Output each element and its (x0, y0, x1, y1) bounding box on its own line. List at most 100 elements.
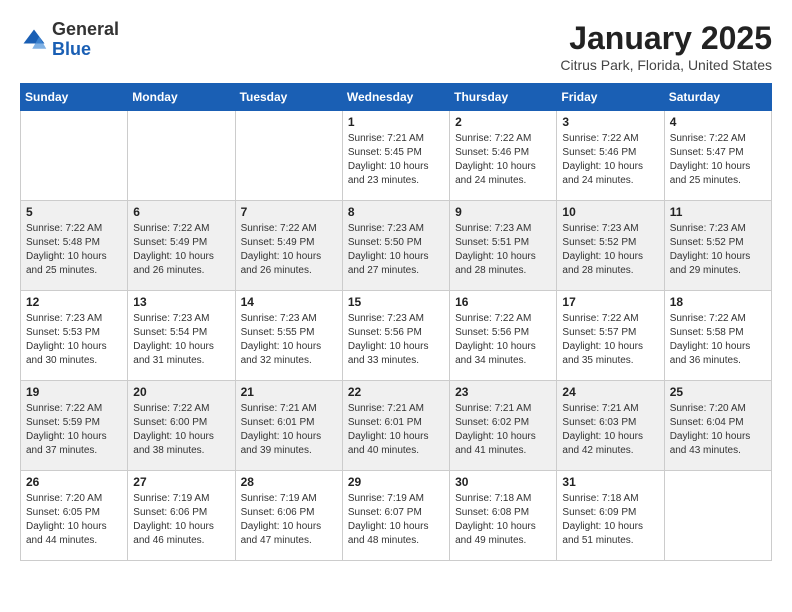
calendar-cell: 17Sunrise: 7:22 AMSunset: 5:57 PMDayligh… (557, 291, 664, 381)
calendar-cell: 22 Sunrise: 7:21 AMSunset: 6:01 PMDayligh… (342, 381, 449, 471)
day-info: Sunrise: 7:20 AMSunset: 6:05 PMDaylight:… (26, 492, 122, 548)
calendar-week-row: 12Sunrise: 7:23 AMSunset: 5:53 PMDayligh… (21, 291, 772, 381)
calendar-cell: 5 Sunrise: 7:22 AMSunset: 5:48 PMDaylight… (21, 201, 128, 291)
day-info: Sunrise: 7:23 AMSunset: 5:54 PMDaylight:… (133, 312, 229, 368)
calendar-cell: 23 Sunrise: 7:21 AMSunset: 6:02 PMDayligh… (450, 381, 557, 471)
day-info: Sunrise: 7:20 AMSunset: 6:04 PMDaylight:… (670, 402, 766, 458)
weekday-header-row: SundayMondayTuesdayWednesdayThursdayFrid… (21, 84, 772, 111)
day-number: 5 (26, 205, 122, 219)
day-number: 3 (562, 115, 658, 129)
calendar-cell: 19Sunrise: 7:22 AMSunset: 5:59 PMDayligh… (21, 381, 128, 471)
calendar-cell: 28 Sunrise: 7:19 AMSunset: 6:06 PMDayligh… (235, 471, 342, 561)
calendar-cell: 2 Sunrise: 7:22 AMSunset: 5:46 PMDaylight… (450, 111, 557, 201)
calendar-cell: 4 Sunrise: 7:22 AMSunset: 5:47 PMDaylight… (664, 111, 771, 201)
day-number: 28 (241, 475, 337, 489)
calendar-week-row: 5 Sunrise: 7:22 AMSunset: 5:48 PMDaylight… (21, 201, 772, 291)
calendar-cell: 20 Sunrise: 7:22 AMSunset: 6:00 PMDayligh… (128, 381, 235, 471)
day-number: 7 (241, 205, 337, 219)
weekday-header: Friday (557, 84, 664, 111)
calendar-week-row: 26 Sunrise: 7:20 AMSunset: 6:05 PMDayligh… (21, 471, 772, 561)
day-number: 20 (133, 385, 229, 399)
day-number: 15 (348, 295, 444, 309)
day-number: 18 (670, 295, 766, 309)
day-info: Sunrise: 7:23 AMSunset: 5:50 PMDaylight:… (348, 222, 444, 278)
day-info: Sunrise: 7:23 AMSunset: 5:52 PMDaylight:… (562, 222, 658, 278)
day-number: 16 (455, 295, 551, 309)
day-info: Sunrise: 7:22 AMSunset: 5:58 PMDaylight:… (670, 312, 766, 368)
weekday-header: Wednesday (342, 84, 449, 111)
day-number: 25 (670, 385, 766, 399)
day-number: 12 (26, 295, 122, 309)
calendar-week-row: 1 Sunrise: 7:21 AMSunset: 5:45 PMDaylight… (21, 111, 772, 201)
day-number: 30 (455, 475, 551, 489)
day-info: Sunrise: 7:21 AMSunset: 5:45 PMDaylight:… (348, 132, 444, 188)
calendar-cell: 27Sunrise: 7:19 AMSunset: 6:06 PMDayligh… (128, 471, 235, 561)
calendar-cell: 18 Sunrise: 7:22 AMSunset: 5:58 PMDayligh… (664, 291, 771, 381)
weekday-header: Tuesday (235, 84, 342, 111)
day-info: Sunrise: 7:22 AMSunset: 5:49 PMDaylight:… (133, 222, 229, 278)
day-number: 4 (670, 115, 766, 129)
day-number: 11 (670, 205, 766, 219)
day-info: Sunrise: 7:23 AMSunset: 5:51 PMDaylight:… (455, 222, 551, 278)
day-info: Sunrise: 7:22 AMSunset: 5:47 PMDaylight:… (670, 132, 766, 188)
day-number: 29 (348, 475, 444, 489)
logo-blue-text: Blue (52, 39, 91, 59)
calendar-cell: 25 Sunrise: 7:20 AMSunset: 6:04 PMDayligh… (664, 381, 771, 471)
day-info: Sunrise: 7:22 AMSunset: 5:48 PMDaylight:… (26, 222, 122, 278)
day-info: Sunrise: 7:22 AMSunset: 5:46 PMDaylight:… (455, 132, 551, 188)
weekday-header: Thursday (450, 84, 557, 111)
day-number: 17 (562, 295, 658, 309)
day-info: Sunrise: 7:21 AMSunset: 6:02 PMDaylight:… (455, 402, 551, 458)
calendar-cell (21, 111, 128, 201)
calendar-cell: 12Sunrise: 7:23 AMSunset: 5:53 PMDayligh… (21, 291, 128, 381)
calendar-cell: 14 Sunrise: 7:23 AMSunset: 5:55 PMDayligh… (235, 291, 342, 381)
logo: General Blue (20, 20, 119, 60)
title-block: January 2025 Citrus Park, Florida, Unite… (560, 20, 772, 73)
calendar-cell: 31 Sunrise: 7:18 AMSunset: 6:09 PMDayligh… (557, 471, 664, 561)
calendar-cell: 26 Sunrise: 7:20 AMSunset: 6:05 PMDayligh… (21, 471, 128, 561)
logo-general-text: General (52, 19, 119, 39)
day-info: Sunrise: 7:23 AMSunset: 5:56 PMDaylight:… (348, 312, 444, 368)
day-info: Sunrise: 7:19 AMSunset: 6:06 PMDaylight:… (241, 492, 337, 548)
day-info: Sunrise: 7:21 AMSunset: 6:01 PMDaylight:… (348, 402, 444, 458)
day-info: Sunrise: 7:22 AMSunset: 6:00 PMDaylight:… (133, 402, 229, 458)
calendar-cell (235, 111, 342, 201)
weekday-header: Monday (128, 84, 235, 111)
calendar-cell: 29Sunrise: 7:19 AMSunset: 6:07 PMDayligh… (342, 471, 449, 561)
calendar-cell: 11 Sunrise: 7:23 AMSunset: 5:52 PMDayligh… (664, 201, 771, 291)
calendar-cell: 1 Sunrise: 7:21 AMSunset: 5:45 PMDaylight… (342, 111, 449, 201)
day-info: Sunrise: 7:22 AMSunset: 5:59 PMDaylight:… (26, 402, 122, 458)
day-info: Sunrise: 7:22 AMSunset: 5:56 PMDaylight:… (455, 312, 551, 368)
day-number: 26 (26, 475, 122, 489)
day-info: Sunrise: 7:18 AMSunset: 6:09 PMDaylight:… (562, 492, 658, 548)
day-number: 13 (133, 295, 229, 309)
month-title: January 2025 (560, 20, 772, 57)
day-info: Sunrise: 7:23 AMSunset: 5:55 PMDaylight:… (241, 312, 337, 368)
day-number: 14 (241, 295, 337, 309)
location: Citrus Park, Florida, United States (560, 57, 772, 73)
day-info: Sunrise: 7:22 AMSunset: 5:49 PMDaylight:… (241, 222, 337, 278)
calendar-cell (128, 111, 235, 201)
day-info: Sunrise: 7:18 AMSunset: 6:08 PMDaylight:… (455, 492, 551, 548)
day-number: 8 (348, 205, 444, 219)
calendar-cell: 16 Sunrise: 7:22 AMSunset: 5:56 PMDayligh… (450, 291, 557, 381)
day-number: 31 (562, 475, 658, 489)
day-number: 23 (455, 385, 551, 399)
day-info: Sunrise: 7:23 AMSunset: 5:52 PMDaylight:… (670, 222, 766, 278)
calendar-cell: 24Sunrise: 7:21 AMSunset: 6:03 PMDayligh… (557, 381, 664, 471)
day-number: 1 (348, 115, 444, 129)
calendar-cell: 3Sunrise: 7:22 AMSunset: 5:46 PMDaylight… (557, 111, 664, 201)
day-number: 24 (562, 385, 658, 399)
weekday-header: Sunday (21, 84, 128, 111)
day-number: 2 (455, 115, 551, 129)
day-number: 6 (133, 205, 229, 219)
calendar-cell: 30 Sunrise: 7:18 AMSunset: 6:08 PMDayligh… (450, 471, 557, 561)
calendar-week-row: 19Sunrise: 7:22 AMSunset: 5:59 PMDayligh… (21, 381, 772, 471)
day-number: 10 (562, 205, 658, 219)
calendar-cell (664, 471, 771, 561)
weekday-header: Saturday (664, 84, 771, 111)
day-info: Sunrise: 7:19 AMSunset: 6:06 PMDaylight:… (133, 492, 229, 548)
calendar-cell: 15 Sunrise: 7:23 AMSunset: 5:56 PMDayligh… (342, 291, 449, 381)
calendar-cell: 7 Sunrise: 7:22 AMSunset: 5:49 PMDaylight… (235, 201, 342, 291)
day-number: 22 (348, 385, 444, 399)
